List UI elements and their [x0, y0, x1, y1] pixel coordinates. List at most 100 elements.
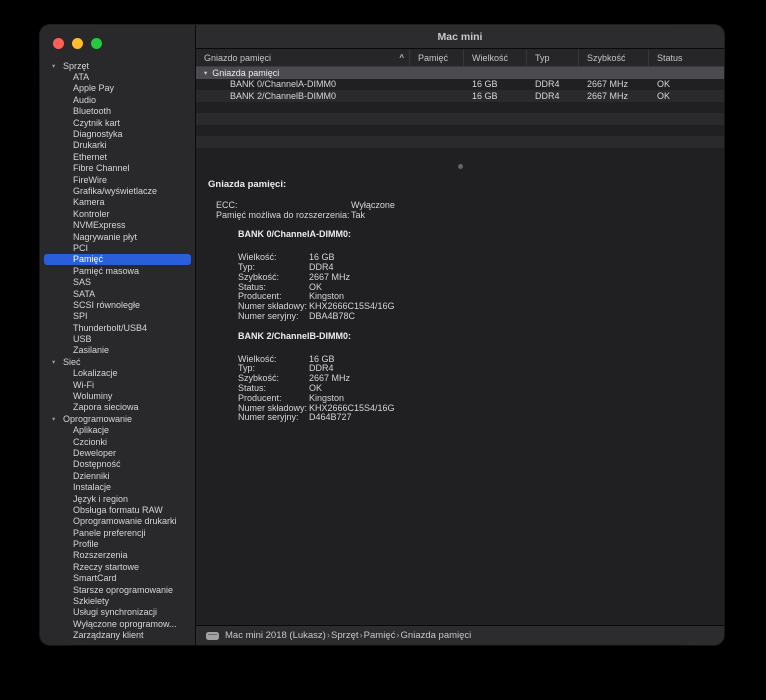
sidebar-item-label: SAS — [73, 277, 92, 288]
sidebar-item-label: Lokalizacje — [73, 368, 118, 379]
sidebar-item[interactable]: Czcionki — [44, 436, 191, 447]
close-button[interactable] — [53, 38, 64, 49]
sidebar-item[interactable]: FireWire — [44, 174, 191, 185]
sidebar-item[interactable]: Zasilanie — [44, 345, 191, 356]
sidebar-item[interactable]: Kamera — [44, 197, 191, 208]
column-header[interactable]: Pamięć — [410, 49, 464, 66]
column-header[interactable]: Gniazdo pamięci ^ — [196, 49, 410, 66]
cell-status: OK — [657, 90, 671, 101]
detail-label: Numer seryjny: — [238, 412, 299, 423]
breadcrumb: Mac mini 2018 (Lukasz)›Sprzęt›Pamięć›Gni… — [225, 630, 471, 641]
sidebar-item[interactable]: Zarządzany klient — [44, 630, 191, 641]
sidebar-item-label: Oprogramowanie drukarki — [73, 516, 177, 527]
sidebar-item-label: Kamera — [73, 197, 105, 208]
sidebar-item[interactable]: Profile — [44, 538, 191, 549]
minimize-button[interactable] — [72, 38, 83, 49]
sidebar-item[interactable]: Audio — [44, 94, 191, 105]
sidebar-item[interactable]: SAS — [44, 276, 191, 287]
detail-row: Numer seryjny: DBA4B78C — [238, 311, 712, 322]
sidebar-item-label: Czcionki — [73, 436, 108, 447]
sidebar-item[interactable]: Lokalizacje — [44, 368, 191, 379]
sidebar-item[interactable]: Deweloper — [44, 447, 191, 458]
sidebar-item-label: Ethernet — [73, 151, 108, 162]
status-bar: Mac mini 2018 (Lukasz)›Sprzęt›Pamięć›Gni… — [196, 625, 724, 645]
sidebar-item-label: Diagnostyka — [73, 129, 123, 140]
sidebar-item[interactable]: Kontroler — [44, 208, 191, 219]
window-controls — [40, 25, 195, 58]
sidebar-item[interactable]: Aplikacje — [44, 425, 191, 436]
sidebar-item-label: Rzeczy startowe — [73, 561, 140, 572]
sidebar-item[interactable]: Nagrywanie płyt — [44, 231, 191, 242]
sidebar-item[interactable]: Dostępność — [44, 459, 191, 470]
cell-status: OK — [657, 79, 671, 90]
sidebar-item[interactable]: Apple Pay — [44, 83, 191, 94]
sidebar-item[interactable]: Wyłączone oprogramow... — [44, 618, 191, 629]
sidebar-item[interactable]: Rzeczy startowe — [44, 561, 191, 572]
sidebar-item[interactable]: Zapora sieciowa — [44, 402, 191, 413]
sidebar-item[interactable]: Starsze oprogramowanie — [44, 584, 191, 595]
sidebar-item[interactable]: Ethernet — [44, 151, 191, 162]
breadcrumb-segment: Pamięć — [363, 630, 396, 641]
column-header[interactable]: Wielkość — [464, 49, 527, 66]
sidebar-item-label: Zarządzany klient — [73, 630, 144, 641]
memory-slots-group-row[interactable]: ▾ Gniazda pamięci — [196, 67, 724, 79]
sidebar-section-header[interactable]: ▾ Sieć — [44, 356, 191, 367]
sidebar-item-label: Pamięć — [73, 254, 104, 265]
sidebar-item[interactable]: Pamięć masowa — [44, 265, 191, 276]
sidebar-item[interactable]: Obsługa formatu RAW — [44, 504, 191, 515]
sidebar-item[interactable]: Pamięć — [44, 253, 191, 266]
sidebar-item[interactable]: Szkielety — [44, 595, 191, 606]
sidebar-item[interactable]: Usługi synchronizacji — [44, 607, 191, 618]
titlebar[interactable]: Mac mini — [196, 25, 724, 49]
sidebar-item[interactable]: SmartCard — [44, 573, 191, 584]
sidebar-item[interactable]: Bluetooth — [44, 106, 191, 117]
sidebar-item-label: Wi-Fi — [73, 379, 94, 390]
sidebar-item[interactable]: Diagnostyka — [44, 128, 191, 139]
sidebar-item[interactable]: Język i region — [44, 493, 191, 504]
sidebar-item[interactable]: Grafika/wyświetlacze — [44, 185, 191, 196]
details-global-fields: ECC: Wyłączone Pamięć możliwa do rozszerze… — [216, 200, 712, 221]
sidebar-item[interactable]: PCI — [44, 242, 191, 253]
sidebar-section-header[interactable]: ▾ Sprzęt — [44, 60, 191, 71]
sidebar-item[interactable]: SPI — [44, 311, 191, 322]
sidebar-item[interactable]: Woluminy — [44, 390, 191, 401]
sidebar-item[interactable]: Rozszerzenia — [44, 550, 191, 561]
sidebar-item-label: SmartCard — [73, 573, 117, 584]
sidebar-item[interactable]: Instalacje — [44, 481, 191, 492]
cell-slot: BANK 0/ChannelA-DIMM0 — [230, 79, 337, 90]
sidebar-item[interactable]: Oprogramowanie drukarki — [44, 516, 191, 527]
sidebar-item[interactable]: Drukarki — [44, 140, 191, 151]
empty-row — [196, 125, 724, 137]
sidebar-item[interactable]: USB — [44, 333, 191, 344]
sidebar-item-label: Fibre Channel — [73, 163, 130, 174]
sidebar-item[interactable]: Wi-Fi — [44, 379, 191, 390]
column-header[interactable]: Typ — [527, 49, 579, 66]
sidebar-item-label: USB — [73, 334, 92, 345]
empty-row — [196, 148, 724, 160]
detail-row: Pamięć możliwa do rozszerzenia: Tak — [216, 210, 712, 221]
sidebar-item[interactable]: Czytnik kart — [44, 117, 191, 128]
sidebar-section-label: Oprogramowanie — [63, 413, 133, 424]
zoom-button[interactable] — [91, 38, 102, 49]
sidebar-item[interactable]: Dzienniki — [44, 470, 191, 481]
sidebar-item[interactable]: SATA — [44, 288, 191, 299]
sidebar-item[interactable]: ATA — [44, 71, 191, 82]
pane-splitter[interactable] — [196, 159, 724, 173]
bank-fields: Wielkość: 16 GB Typ: DDR4 Szybkość: 2667 MHz S… — [238, 252, 712, 322]
sidebar-section-header[interactable]: ▾ Oprogramowanie — [44, 413, 191, 424]
column-header[interactable]: Szybkość — [579, 49, 649, 66]
sidebar-item-label: Starsze oprogramowanie — [73, 584, 174, 595]
sidebar-item[interactable]: SCSI równoległe — [44, 299, 191, 310]
sidebar-item[interactable]: Panele preferencji — [44, 527, 191, 538]
memory-slot-row[interactable]: BANK 2/ChannelB-DIMM0 16 GB DDR4 2667 MHz OK — [196, 90, 724, 102]
column-header[interactable]: Status — [649, 49, 724, 66]
sidebar-item[interactable]: NVMExpress — [44, 219, 191, 230]
breadcrumb-segment: Gniazda pamięci — [400, 630, 472, 641]
sidebar-item[interactable]: Fibre Channel — [44, 163, 191, 174]
memory-table: Gniazdo pamięci ^ Pamięć Wielkość Typ Szybkoś… — [196, 49, 724, 159]
sidebar-item-label: Czytnik kart — [73, 117, 121, 128]
sidebar-item[interactable]: Thunderbolt/USB4 — [44, 322, 191, 333]
memory-slot-row[interactable]: BANK 0/ChannelA-DIMM0 16 GB DDR4 2667 MHz OK — [196, 79, 724, 91]
sidebar-item-label: Język i region — [73, 493, 129, 504]
sidebar-item-label: Dzienniki — [73, 470, 110, 481]
